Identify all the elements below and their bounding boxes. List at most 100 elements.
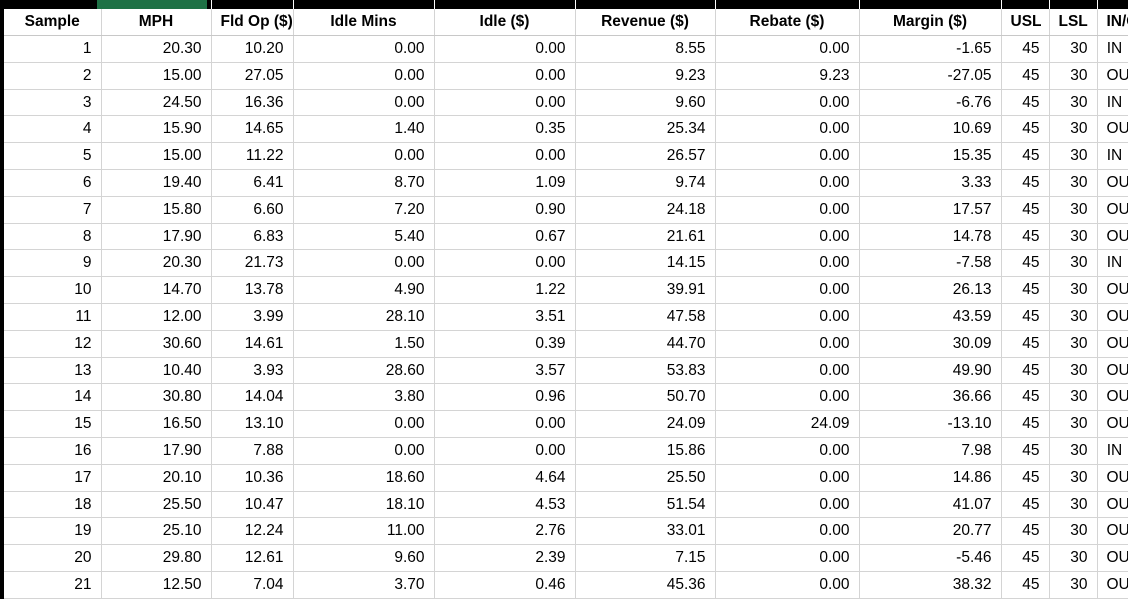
cell-margin[interactable]: -1.65 — [859, 35, 1002, 63]
cell-sample-id[interactable]: 16 — [4, 437, 102, 465]
cell-mph[interactable]: 12.50 — [101, 571, 212, 599]
cell-rebate[interactable]: 0.00 — [715, 35, 860, 63]
cell-rebate[interactable]: 0.00 — [715, 517, 860, 546]
table-row[interactable]: 15 16.50 13.10 0.00 0.00 24.09 24.09 -13.10 45 30… — [4, 410, 1128, 438]
cell-rebate[interactable]: 0.00 — [715, 303, 860, 331]
cell-lsl[interactable]: 30 — [1049, 330, 1098, 358]
cell-usl[interactable]: 45 — [1001, 249, 1050, 278]
cell-idle-mins[interactable]: 0.00 — [293, 142, 435, 170]
cell-fld-op[interactable]: 6.41 — [211, 169, 294, 197]
cell-usl[interactable]: 45 — [1001, 196, 1050, 224]
cell-idle[interactable]: 0.00 — [434, 35, 576, 63]
cell-rebate[interactable]: 9.23 — [715, 62, 860, 90]
cell-idle[interactable]: 0.46 — [434, 571, 576, 599]
cell-in-out[interactable]: OUT — [1097, 544, 1128, 572]
cell-lsl[interactable]: 30 — [1049, 62, 1098, 90]
cell-in-out[interactable]: IN — [1097, 89, 1128, 117]
cell-revenue[interactable]: 14.15 — [575, 249, 716, 278]
cell-idle-mins[interactable]: 18.60 — [293, 464, 435, 492]
cell-idle-mins[interactable]: 3.70 — [293, 571, 435, 599]
table-row[interactable]: 1310.403.9328.603.5753.830.0049.904530OU… — [4, 357, 1128, 385]
cell-idle[interactable]: 0.67 — [434, 223, 576, 251]
cell-rebate[interactable]: 0.00 — [715, 491, 860, 519]
cell-margin[interactable]: -7.58 — [859, 249, 1002, 278]
cell-idle[interactable]: 1.09 — [434, 169, 576, 197]
cell-fld-op[interactable]: 13.78 — [211, 276, 294, 304]
cell-idle-mins[interactable]: 8.70 — [293, 169, 435, 197]
cell-sample-id[interactable]: 6 — [4, 169, 102, 197]
cell-sample-id[interactable]: 10 — [4, 276, 102, 304]
cell-lsl[interactable]: 30 — [1049, 571, 1098, 599]
cell-margin[interactable]: 26.13 — [859, 276, 1002, 304]
cell-idle[interactable]: 0.00 — [434, 62, 576, 90]
cell-margin[interactable]: -5.46 — [859, 544, 1002, 572]
cell-idle[interactable]: 3.57 — [434, 357, 576, 385]
cell-margin[interactable]: 10.69 — [859, 115, 1002, 144]
cell-idle-mins[interactable]: 1.50 — [293, 330, 435, 358]
cell-margin[interactable]: 30.09 — [859, 330, 1002, 358]
cell-margin[interactable]: -6.76 — [859, 89, 1002, 117]
cell-fld-op[interactable]: 16.36 — [211, 89, 294, 117]
cell-idle-mins[interactable]: 18.10 — [293, 491, 435, 519]
cell-usl[interactable]: 45 — [1001, 357, 1050, 385]
cell-in-out[interactable]: OUT — [1097, 410, 1128, 438]
cell-fld-op[interactable]: 10.20 — [211, 35, 294, 63]
cell-revenue[interactable]: 53.83 — [575, 357, 716, 385]
cell-fld-op[interactable]: 6.60 — [211, 196, 294, 224]
cell-in-out[interactable]: OUT — [1097, 115, 1128, 144]
cell-idle-mins[interactable]: 1.40 — [293, 115, 435, 144]
cell-mph[interactable]: 15.00 — [101, 142, 212, 170]
cell-lsl[interactable]: 30 — [1049, 303, 1098, 331]
cell-fld-op[interactable]: 10.47 — [211, 491, 294, 519]
cell-mph[interactable]: 25.10 — [101, 517, 212, 546]
cell-usl[interactable]: 45 — [1001, 410, 1050, 438]
cell-lsl[interactable]: 30 — [1049, 223, 1098, 251]
cell-mph[interactable]: 17.90 — [101, 437, 212, 465]
cell-margin[interactable]: 7.98 — [859, 437, 1002, 465]
cell-margin[interactable]: 17.57 — [859, 196, 1002, 224]
cell-idle-mins[interactable]: 0.00 — [293, 89, 435, 117]
table-row[interactable]: 18 25.50 10.47 18.10 4.53 51.54 0.00 41.07 45 30 O… — [4, 491, 1128, 519]
cell-idle[interactable]: 0.00 — [434, 249, 576, 278]
cell-mph[interactable]: 19.40 — [101, 169, 212, 197]
cell-sample-id[interactable]: 1 — [4, 35, 102, 63]
cell-idle[interactable]: 4.64 — [434, 464, 576, 492]
cell-in-out[interactable]: OUT — [1097, 303, 1128, 331]
cell-fld-op[interactable]: 21.73 — [211, 249, 294, 278]
cell-usl[interactable]: 45 — [1001, 115, 1050, 144]
cell-mph[interactable]: 30.80 — [101, 383, 212, 412]
cell-mph[interactable]: 16.50 — [101, 410, 212, 438]
cell-idle-mins[interactable]: 0.00 — [293, 35, 435, 63]
cell-revenue[interactable]: 21.61 — [575, 223, 716, 251]
column-header-in-out[interactable]: IN/OUT — [1097, 9, 1128, 36]
cell-fld-op[interactable]: 7.88 — [211, 437, 294, 465]
table-row[interactable]: 1230.6014.611.500.3944.700.0030.094530OU… — [4, 330, 1128, 358]
cell-lsl[interactable]: 30 — [1049, 437, 1098, 465]
cell-idle-mins[interactable]: 0.00 — [293, 437, 435, 465]
cell-rebate[interactable]: 0.00 — [715, 249, 860, 278]
cell-margin[interactable]: 43.59 — [859, 303, 1002, 331]
cell-mph[interactable]: 20.10 — [101, 464, 212, 492]
cell-fld-op[interactable]: 13.10 — [211, 410, 294, 438]
cell-lsl[interactable]: 30 — [1049, 464, 1098, 492]
cell-margin[interactable]: 15.35 — [859, 142, 1002, 170]
cell-mph[interactable]: 25.50 — [101, 491, 212, 519]
table-row[interactable]: 1 20.30 10.20 0.00 0.00 8.55 0.00 -1.65 45 30 IN — [4, 35, 1128, 63]
cell-revenue[interactable]: 9.23 — [575, 62, 716, 90]
table-row[interactable]: 817.906.835.400.6721.610.0014.784530OUT — [4, 223, 1128, 251]
cell-idle[interactable]: 3.51 — [434, 303, 576, 331]
table-row[interactable]: 415.9014.651.400.3525.340.0010.694530OUT — [4, 115, 1128, 144]
column-header-lsl[interactable]: LSL — [1049, 9, 1098, 36]
cell-revenue[interactable]: 45.36 — [575, 571, 716, 599]
cell-in-out[interactable]: OUT — [1097, 464, 1128, 492]
column-header-rebate[interactable]: Rebate ($) — [715, 9, 860, 36]
cell-lsl[interactable]: 30 — [1049, 357, 1098, 385]
cell-in-out[interactable]: OUT — [1097, 169, 1128, 197]
cell-usl[interactable]: 45 — [1001, 223, 1050, 251]
cell-rebate[interactable]: 0.00 — [715, 276, 860, 304]
cell-rebate[interactable]: 0.00 — [715, 571, 860, 599]
cell-margin[interactable]: 14.86 — [859, 464, 1002, 492]
cell-sample-id[interactable]: 13 — [4, 357, 102, 385]
cell-mph[interactable]: 20.30 — [101, 35, 212, 63]
cell-mph[interactable]: 14.70 — [101, 276, 212, 304]
